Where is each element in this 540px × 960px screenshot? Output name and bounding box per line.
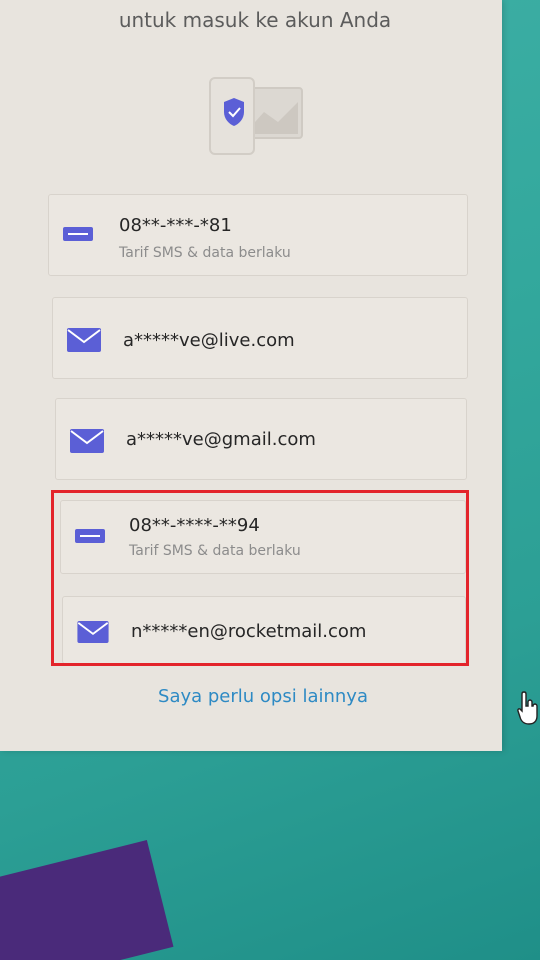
option-email-2[interactable]: a*****ve@gmail.com — [55, 398, 467, 480]
option-email-address: a*****ve@live.com — [123, 330, 295, 351]
security-shield-icon — [209, 77, 303, 155]
envelope-icon — [67, 328, 101, 352]
background-shape — [0, 840, 174, 960]
highlight-box — [51, 490, 469, 666]
option-phone-number: 08**-***-*81 — [119, 215, 232, 236]
sms-icon — [63, 227, 93, 241]
option-sms-note: Tarif SMS & data berlaku — [119, 245, 291, 261]
option-email-address: a*****ve@gmail.com — [126, 429, 316, 450]
envelope-icon — [70, 429, 104, 453]
page-subtitle: untuk masuk ke akun Anda — [118, 8, 392, 32]
hand-cursor-icon — [517, 691, 538, 725]
option-sms-1[interactable]: 08**-***-*81 Tarif SMS & data berlaku — [48, 194, 468, 276]
more-options-link[interactable]: Saya perlu opsi lainnya — [0, 686, 526, 707]
option-email-1[interactable]: a*****ve@live.com — [52, 297, 468, 379]
verification-card: untuk masuk ke akun Anda 08**-***-*81 Ta… — [0, 0, 502, 751]
